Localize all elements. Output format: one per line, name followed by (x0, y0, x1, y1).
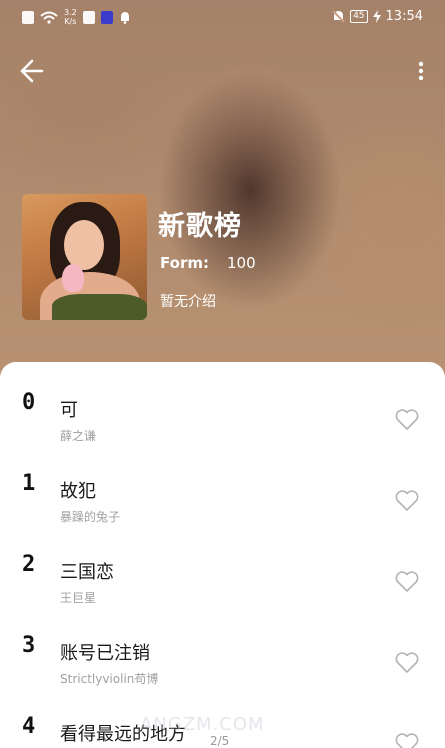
bell-icon (120, 11, 129, 24)
album-cover (22, 194, 147, 320)
heart-outline-icon[interactable] (394, 408, 420, 432)
cover-art-shape (52, 294, 147, 320)
song-index: 3 (22, 633, 36, 658)
alert-icon (22, 10, 34, 24)
sim-icon (82, 10, 95, 24)
song-title: 账号已注销 (60, 643, 150, 664)
bell-muted-icon (332, 10, 345, 23)
form-value: 100 (226, 254, 256, 272)
app-notification-icon (100, 10, 113, 24)
song-list: 0 可 薛之谦 1 故犯 暴躁的兔子 2 三国恋 王巨星 3 账号已注销 Str… (0, 362, 445, 748)
page-indicator: 2/5 (210, 734, 230, 748)
form-info: Form: 100 (160, 254, 256, 272)
heart-outline-icon[interactable] (394, 732, 420, 748)
network-speed: 3.2 K/s (64, 8, 77, 26)
song-row[interactable]: 1 故犯 暴躁的兔子 (0, 443, 445, 524)
song-list-page: 3.2 K/s 45 13:54 新歌榜 Form: 100 暂无介绍 0 可 … (0, 0, 445, 748)
song-title: 三国恋 (60, 562, 114, 583)
song-artist: 暴躁的兔子 (60, 510, 121, 524)
heart-outline-icon[interactable] (394, 570, 420, 594)
album-description: 暂无介绍 (160, 294, 216, 310)
song-index: 4 (22, 714, 36, 739)
heart-outline-icon[interactable] (394, 489, 420, 513)
back-button[interactable] (18, 58, 48, 84)
cover-art-shape (64, 220, 104, 270)
song-row[interactable]: 3 账号已注销 Strictlyviolin苟博 (0, 605, 445, 686)
song-row[interactable]: 0 可 薛之谦 (0, 362, 445, 443)
status-bar: 3.2 K/s 45 13:54 (0, 0, 445, 36)
song-index: 1 (22, 471, 36, 496)
song-index: 2 (22, 552, 36, 577)
song-title: 故犯 (60, 481, 96, 502)
heart-outline-icon[interactable] (394, 651, 420, 675)
charging-icon (372, 10, 381, 23)
battery-level: 45 (350, 10, 368, 23)
status-left: 3.2 K/s (22, 8, 131, 26)
album-title: 新歌榜 (158, 211, 242, 242)
song-title: 可 (60, 400, 78, 421)
cover-art-shape (62, 264, 84, 292)
song-artist: Strictlyviolin苟博 (60, 672, 159, 686)
song-index: 0 (22, 390, 36, 415)
clock: 13:54 (385, 9, 423, 24)
more-vertical-icon (418, 61, 424, 81)
song-artist: 王巨星 (60, 591, 97, 605)
wifi-icon (40, 11, 58, 24)
back-arrow-icon (20, 59, 44, 83)
status-right: 45 13:54 (332, 9, 423, 24)
song-artist: 薛之谦 (60, 429, 97, 443)
watermark: ANGZM.COM (140, 714, 265, 735)
more-options-button[interactable] (415, 58, 427, 84)
song-row[interactable]: 2 三国恋 王巨星 (0, 524, 445, 605)
form-label: Form: (160, 254, 209, 272)
